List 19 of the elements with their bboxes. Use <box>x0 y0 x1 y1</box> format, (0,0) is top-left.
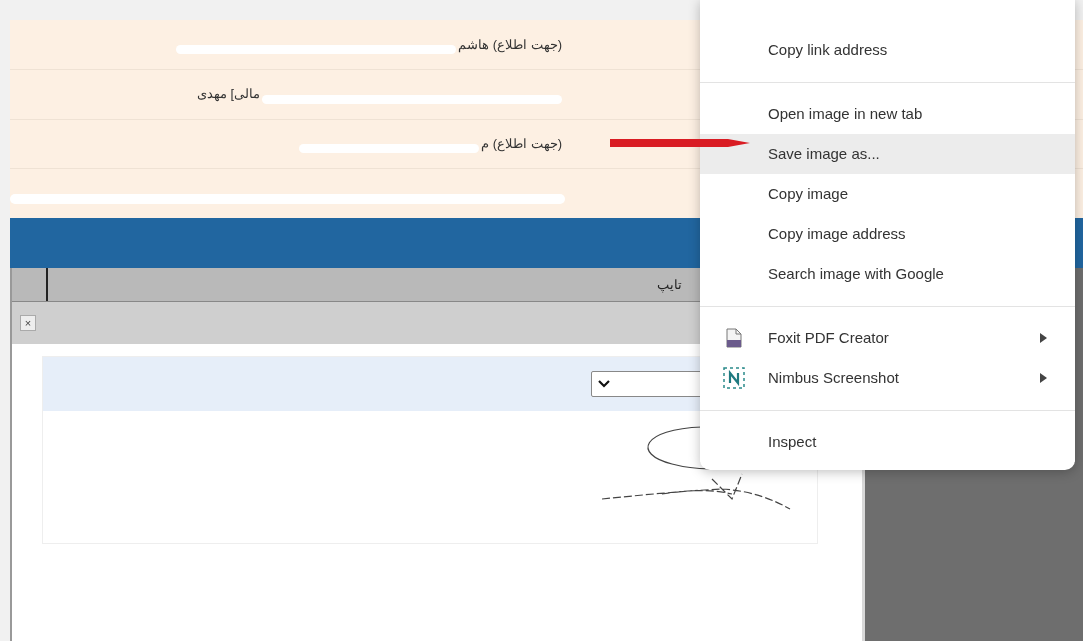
notification-text: (جهت اطلاع) هاشم <box>458 35 562 55</box>
chevron-down-icon <box>598 380 610 388</box>
submenu-arrow-icon <box>1040 373 1047 383</box>
menu-item[interactable]: Nimbus Screenshot <box>700 358 1075 398</box>
submenu-arrow-icon <box>1040 333 1047 343</box>
toolbar-label: تایپ <box>657 275 682 295</box>
notification-text: مالی] مهدی <box>196 85 260 104</box>
menu-item[interactable]: Foxit PDF Creator <box>700 318 1075 358</box>
menu-item[interactable]: Save image as... <box>700 134 1075 174</box>
menu-item[interactable]: Open image in new tab <box>700 94 1075 134</box>
menu-item[interactable]: Copy link address <box>700 30 1075 70</box>
notification-text: (جهت اطلاع) م <box>481 135 562 154</box>
pdf-file-icon <box>725 328 743 348</box>
close-button[interactable]: × <box>20 315 36 331</box>
menu-item[interactable]: Inspect <box>700 422 1075 462</box>
menu-item[interactable]: Search image with Google <box>700 254 1075 294</box>
menu-item[interactable]: Copy image address <box>700 214 1075 254</box>
menu-item[interactable]: Copy image <box>700 174 1075 214</box>
dashed-n-icon <box>723 367 745 389</box>
